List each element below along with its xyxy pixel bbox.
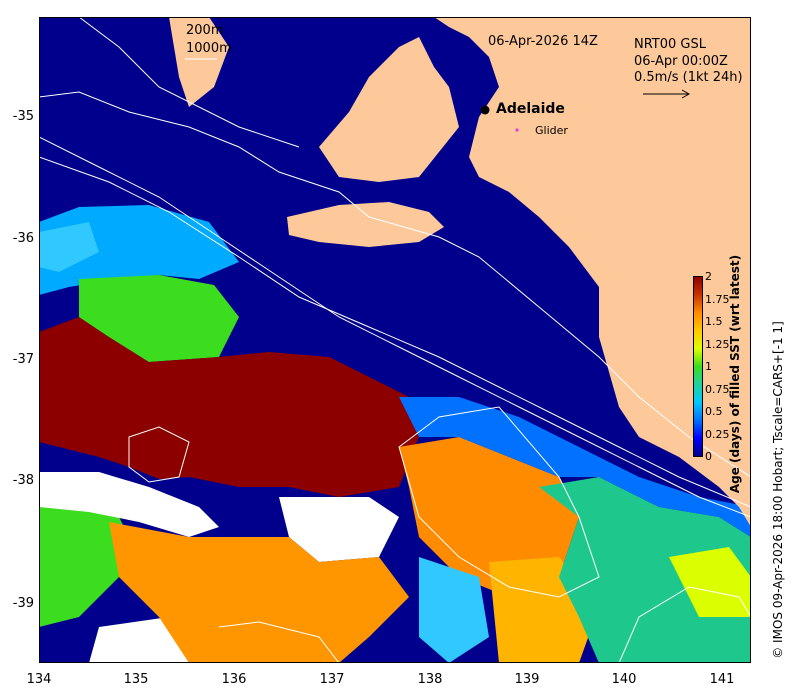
colorbar-tick-label: 1.75 bbox=[705, 293, 730, 306]
time-label: 06-Apr 00:00Z bbox=[634, 54, 728, 69]
y-tick-label: -39 bbox=[12, 596, 34, 611]
isobath-label-200m: 200m bbox=[186, 23, 224, 38]
x-tick-label: 137 bbox=[319, 672, 345, 687]
x-tick-label: 134 bbox=[26, 672, 52, 687]
map-frame bbox=[39, 17, 751, 663]
vector-scale-label: 0.5m/s (1kt 24h) bbox=[634, 70, 743, 85]
x-tick-label: 140 bbox=[611, 672, 637, 687]
credit-text: © IMOS 09-Apr-2026 18:00 Hobart; Tscale=… bbox=[771, 321, 785, 659]
colorbar-tick-label: 2 bbox=[705, 270, 712, 283]
isobath-label-1000m: 1000m bbox=[186, 41, 232, 56]
x-tick-label: 141 bbox=[709, 672, 735, 687]
colorbar-tick-label: 0.75 bbox=[705, 383, 730, 396]
colorbar-title: Age (days) of filled SST (wrt latest) bbox=[728, 254, 742, 494]
city-label-adelaide: Adelaide bbox=[496, 101, 565, 117]
colorbar-tick-label: 0 bbox=[705, 450, 712, 463]
y-tick-label: -36 bbox=[12, 231, 34, 246]
y-tick-label: -38 bbox=[12, 473, 34, 488]
adelaide-marker bbox=[480, 105, 490, 115]
x-tick-label: 138 bbox=[417, 672, 443, 687]
x-tick-label: 139 bbox=[514, 672, 540, 687]
y-tick-label: -37 bbox=[12, 352, 34, 367]
glider-label: Glider bbox=[535, 124, 568, 137]
product-label: NRT00 GSL bbox=[634, 37, 706, 52]
colorbar bbox=[693, 276, 703, 457]
date-label: 06-Apr-2026 14Z bbox=[488, 34, 598, 49]
colorbar-tick-label: 1 bbox=[705, 360, 712, 373]
x-tick-label: 136 bbox=[221, 672, 247, 687]
glider-marker bbox=[515, 128, 519, 132]
map-canvas bbox=[39, 17, 751, 663]
y-tick-label: -35 bbox=[12, 109, 34, 124]
colorbar-tick-label: 0.5 bbox=[705, 405, 723, 418]
colorbar-tick-label: 1.5 bbox=[705, 315, 723, 328]
colorbar-tick-label: 0.25 bbox=[705, 428, 730, 441]
x-tick-label: 135 bbox=[123, 672, 149, 687]
colorbar-tick-label: 1.25 bbox=[705, 338, 730, 351]
